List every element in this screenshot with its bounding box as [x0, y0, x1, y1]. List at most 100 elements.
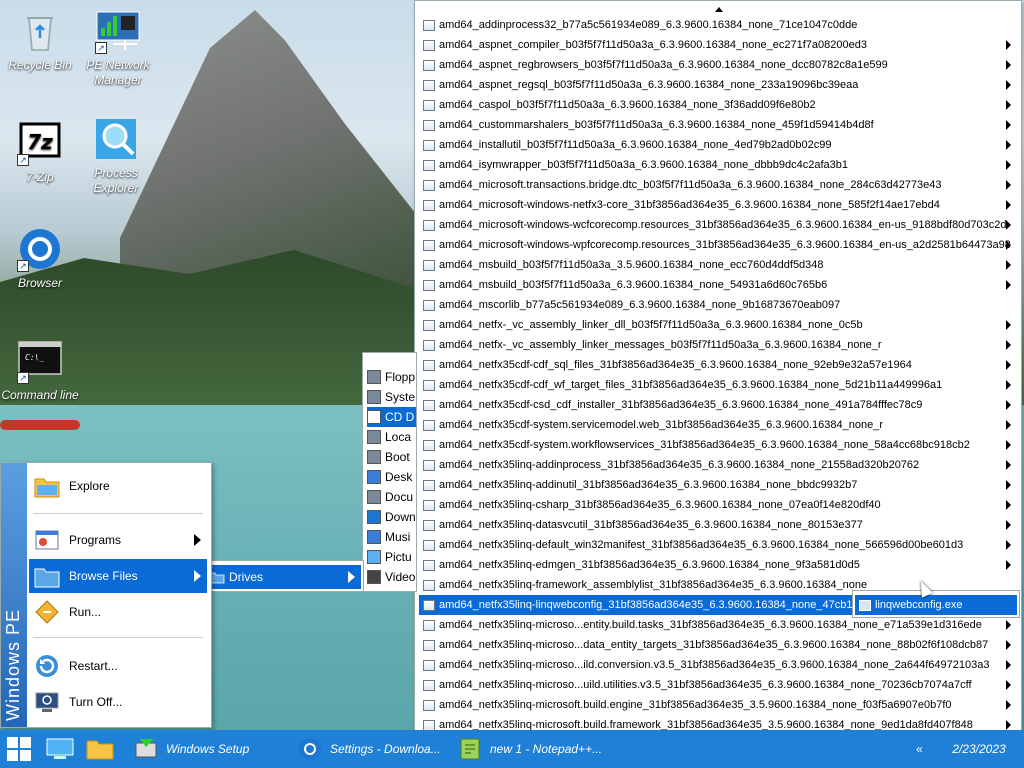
folder-list-item[interactable]: amd64_netfx-_vc_assembly_linker_dll_b03f… [419, 315, 1017, 335]
start-menu-explore[interactable]: Explore [29, 469, 207, 503]
folder-list-item[interactable]: amd64_netfx35cdf-system.workflowservices… [419, 435, 1017, 455]
submenu-arrow-icon [1006, 480, 1011, 490]
folder-list-label: amd64_netfx-_vc_assembly_linker_messages… [439, 339, 882, 351]
folder-list-item[interactable]: amd64_netfx35linq-microso...ild.conversi… [419, 655, 1017, 675]
folder-list-item[interactable]: amd64_aspnet_regbrowsers_b03f5f7f11d50a3… [419, 55, 1017, 75]
start-menu: Windows PE Explore Programs Browse Files… [0, 462, 212, 728]
drive-list-item[interactable]: Flopp [367, 367, 416, 387]
scroll-up-arrow-icon[interactable] [715, 7, 723, 12]
folder-window-icon [423, 679, 435, 691]
folder-list-label: amd64_mscorlib_b77a5c561934e089_6.3.9600… [439, 299, 841, 311]
folder-list-item[interactable]: amd64_microsoft-windows-wcfcorecomp.reso… [419, 215, 1017, 235]
folder-list-item[interactable]: amd64_netfx35cdf-system.servicemodel.web… [419, 415, 1017, 435]
desktop-icon-label: Browser [17, 276, 62, 290]
folder-list-item[interactable]: amd64_netfx35linq-addinprocess_31bf3856a… [419, 455, 1017, 475]
submenu-arrow-icon [1006, 140, 1011, 150]
desktop-icon-label: Recycle Bin [8, 58, 72, 72]
drive-list-item[interactable]: Desk [367, 467, 416, 487]
folder-list-item[interactable]: amd64_netfx35linq-microsoft.build.engine… [419, 695, 1017, 715]
desktop-icon-7zip[interactable]: 7z ↗ 7-Zip [0, 120, 80, 185]
drive-list-item[interactable]: Musi [367, 527, 416, 547]
folder-list-item[interactable]: amd64_microsoft-windows-wpfcorecomp.reso… [419, 235, 1017, 255]
drive-list-item[interactable]: Pictu [367, 547, 416, 567]
taskbar-notepad[interactable]: new 1 - Notepad++... [458, 730, 602, 768]
drive-list-item[interactable]: Syste [367, 387, 416, 407]
taskbar-windows-setup[interactable]: Windows Setup [134, 730, 249, 768]
folder-list-item[interactable]: amd64_installutil_b03f5f7f11d50a3a_6.3.9… [419, 135, 1017, 155]
submenu-arrow-icon [1006, 380, 1011, 390]
folder-list-item[interactable]: amd64_caspol_b03f5f7f11d50a3a_6.3.9600.1… [419, 95, 1017, 115]
folder-list-item[interactable]: amd64_microsoft.transactions.bridge.dtc_… [419, 175, 1017, 195]
start-menu-programs[interactable]: Programs [29, 523, 207, 557]
folder-list-label: amd64_netfx35linq-microso...entity.build… [439, 619, 982, 631]
start-menu-label: Run... [69, 605, 102, 619]
submenu-arrow-icon [1006, 460, 1011, 470]
drive-list-item[interactable]: Boot [367, 447, 416, 467]
drives-menu-item[interactable]: Drives [205, 565, 361, 589]
start-menu-restart[interactable]: Restart... [29, 649, 207, 683]
drive-list-item[interactable]: Docu [367, 487, 416, 507]
shortcut-arrow-icon: ↗ [17, 372, 29, 384]
browser-taskbar-icon [299, 738, 321, 760]
desktop-icon-recycle-bin[interactable]: Recycle Bin [0, 8, 80, 73]
tray-expand-button[interactable]: « [916, 730, 923, 768]
folder-list-item[interactable]: amd64_aspnet_compiler_b03f5f7f11d50a3a_6… [419, 35, 1017, 55]
folder-list-item[interactable]: amd64_microsoft-windows-netfx3-core_31bf… [419, 195, 1017, 215]
drive-list-label: CD D [385, 410, 415, 424]
drive-list-item[interactable]: Loca [367, 427, 416, 447]
folder-list-item[interactable]: amd64_aspnet_regsql_b03f5f7f11d50a3a_6.3… [419, 75, 1017, 95]
boot-drive-icon [367, 450, 381, 464]
desktop-icon-browser[interactable]: ↗ Browser [0, 226, 80, 291]
folder-window-icon [423, 259, 435, 271]
folder-list-item[interactable]: amd64_msbuild_b03f5f7f11d50a3a_6.3.9600.… [419, 275, 1017, 295]
start-menu-run[interactable]: Run... [29, 595, 207, 629]
folder-list-item[interactable]: amd64_netfx35linq-microso...uild.utiliti… [419, 675, 1017, 695]
folder-window-icon [423, 559, 435, 571]
drive-list-item[interactable]: Down [367, 507, 416, 527]
submenu-arrow-icon [1006, 80, 1011, 90]
folder-list-item[interactable]: amd64_netfx35linq-edmgen_31bf3856ad364e3… [419, 555, 1017, 575]
drive-list-label: Musi [385, 530, 411, 544]
folder-list-item[interactable]: amd64_addinprocess32_b77a5c561934e089_6.… [419, 15, 1017, 35]
menu-divider [33, 637, 203, 638]
desktop-icon-command-line[interactable]: C:\_ ↗ Command line [0, 338, 80, 403]
taskbar-explorer-button[interactable] [86, 730, 114, 768]
drives-submenu: Drives [200, 560, 364, 592]
folder-list-item[interactable]: amd64_netfx35linq-csharp_31bf3856ad364e3… [419, 495, 1017, 515]
folder-list-item[interactable]: amd64_isymwrapper_b03f5f7f11d50a3a_6.3.9… [419, 155, 1017, 175]
folder-list-item[interactable]: amd64_netfx35linq-default_win32manifest_… [419, 535, 1017, 555]
drive-list-label: Desk [385, 470, 413, 484]
shortcut-arrow-icon: ↗ [17, 260, 29, 272]
start-menu-browse-files[interactable]: Browse Files [29, 559, 207, 593]
folder-list-item[interactable]: amd64_mscorlib_b77a5c561934e089_6.3.9600… [419, 295, 1017, 315]
submenu-arrow-icon [194, 570, 201, 582]
folder-list-item[interactable]: amd64_netfx35cdf-csd_cdf_installer_31bf3… [419, 395, 1017, 415]
submenu-arrow-icon [1006, 680, 1011, 690]
drive-list-item[interactable]: Video [367, 567, 416, 587]
submenu-arrow-icon [1006, 360, 1011, 370]
process-explorer-icon [93, 116, 139, 162]
desktop-icon-process-explorer[interactable]: Process Explorer [76, 116, 156, 196]
submenu-arrow-icon [1006, 100, 1011, 110]
start-button[interactable] [6, 730, 32, 768]
taskbar-settings[interactable]: Settings - Downloa... [298, 730, 441, 768]
taskbar-desktop-button[interactable] [46, 730, 74, 768]
drive-list-item[interactable]: CD D [367, 407, 416, 427]
folder-list-item[interactable]: amd64_netfx-_vc_assembly_linker_messages… [419, 335, 1017, 355]
folder-list-item[interactable]: amd64_custommarshalers_b03f5f7f11d50a3a_… [419, 115, 1017, 135]
menu-divider [33, 513, 203, 514]
desktop-icon-label: Command line [1, 388, 79, 402]
start-menu-turn-off[interactable]: Turn Off... [29, 685, 207, 719]
folder-list-item[interactable]: amd64_netfx35linq-addinutil_31bf3856ad36… [419, 475, 1017, 495]
folder-list-item[interactable]: amd64_netfx35linq-microso...data_entity_… [419, 635, 1017, 655]
linqwebconfig-exe-item[interactable]: linqwebconfig.exe [855, 595, 1017, 615]
shortcut-arrow-icon: ↗ [95, 42, 107, 54]
folder-list-item[interactable]: amd64_netfx35cdf-cdf_sql_files_31bf3856a… [419, 355, 1017, 375]
folder-list-label: amd64_aspnet_compiler_b03f5f7f11d50a3a_6… [439, 39, 867, 51]
folder-list-item[interactable]: amd64_netfx35linq-datasvcutil_31bf3856ad… [419, 515, 1017, 535]
folder-window-icon [423, 579, 435, 591]
desktop-icon-pe-network-manager[interactable]: ↗ PE Network Manager [78, 8, 158, 88]
folder-list-item[interactable]: amd64_msbuild_b03f5f7f11d50a3a_3.5.9600.… [419, 255, 1017, 275]
folder-list-item[interactable]: amd64_netfx35cdf-cdf_wf_target_files_31b… [419, 375, 1017, 395]
folder-list-item[interactable]: amd64_netfx35linq-microso...entity.build… [419, 615, 1017, 635]
